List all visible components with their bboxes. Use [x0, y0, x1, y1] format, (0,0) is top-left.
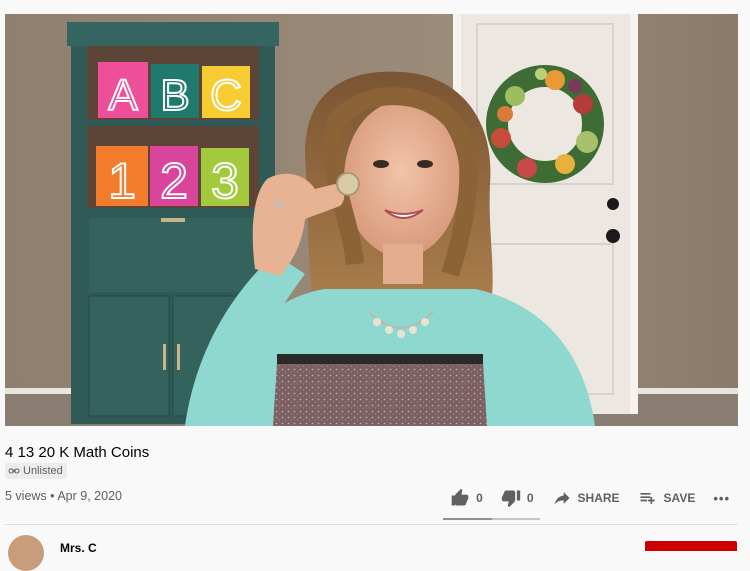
more-actions-button[interactable]: ••• — [713, 491, 730, 506]
video-meta: 5 views • Apr 9, 2020 — [5, 489, 122, 503]
visibility-label: Unlisted — [23, 465, 63, 477]
share-button[interactable]: SHARE — [552, 488, 620, 508]
thumbs-down-icon — [501, 490, 521, 508]
top-bar — [0, 0, 750, 14]
dislike-count: 0 — [526, 491, 534, 505]
block-number: 2 — [160, 153, 188, 209]
block-letter: C — [210, 71, 242, 120]
thumbs-up-icon — [451, 488, 469, 506]
dislike-button[interactable]: 0 — [501, 488, 534, 508]
save-label: SAVE — [663, 491, 696, 505]
block-number: 3 — [211, 153, 239, 209]
playlist-add-icon — [640, 493, 655, 504]
view-count: 5 views — [5, 489, 47, 503]
like-button[interactable]: 0 — [450, 488, 483, 508]
more-icon: ••• — [713, 490, 730, 506]
channel-name[interactable]: Mrs. C — [60, 541, 97, 555]
video-frame: A B C 1 2 3 — [5, 14, 738, 426]
block-letter: A — [108, 71, 138, 120]
block-number: 1 — [108, 153, 136, 209]
like-ratio-fill — [443, 518, 492, 520]
share-label: SHARE — [577, 491, 620, 505]
action-bar: 0 0 SHARE SAVE ••• — [432, 488, 730, 508]
video-player[interactable]: A B C 1 2 3 — [5, 14, 738, 426]
like-ratio-bar — [443, 518, 540, 520]
subscribe-button[interactable] — [645, 541, 737, 551]
channel-avatar[interactable] — [8, 535, 44, 571]
like-count: 0 — [476, 491, 483, 505]
upload-date: Apr 9, 2020 — [57, 489, 122, 503]
save-button[interactable]: SAVE — [638, 488, 696, 508]
link-icon — [8, 468, 20, 474]
share-arrow-icon — [554, 492, 570, 505]
divider — [5, 524, 738, 525]
unlisted-badge: Unlisted — [5, 463, 67, 479]
video-title: 4 13 20 K Math Coins — [5, 444, 150, 461]
block-letter: B — [160, 71, 189, 120]
